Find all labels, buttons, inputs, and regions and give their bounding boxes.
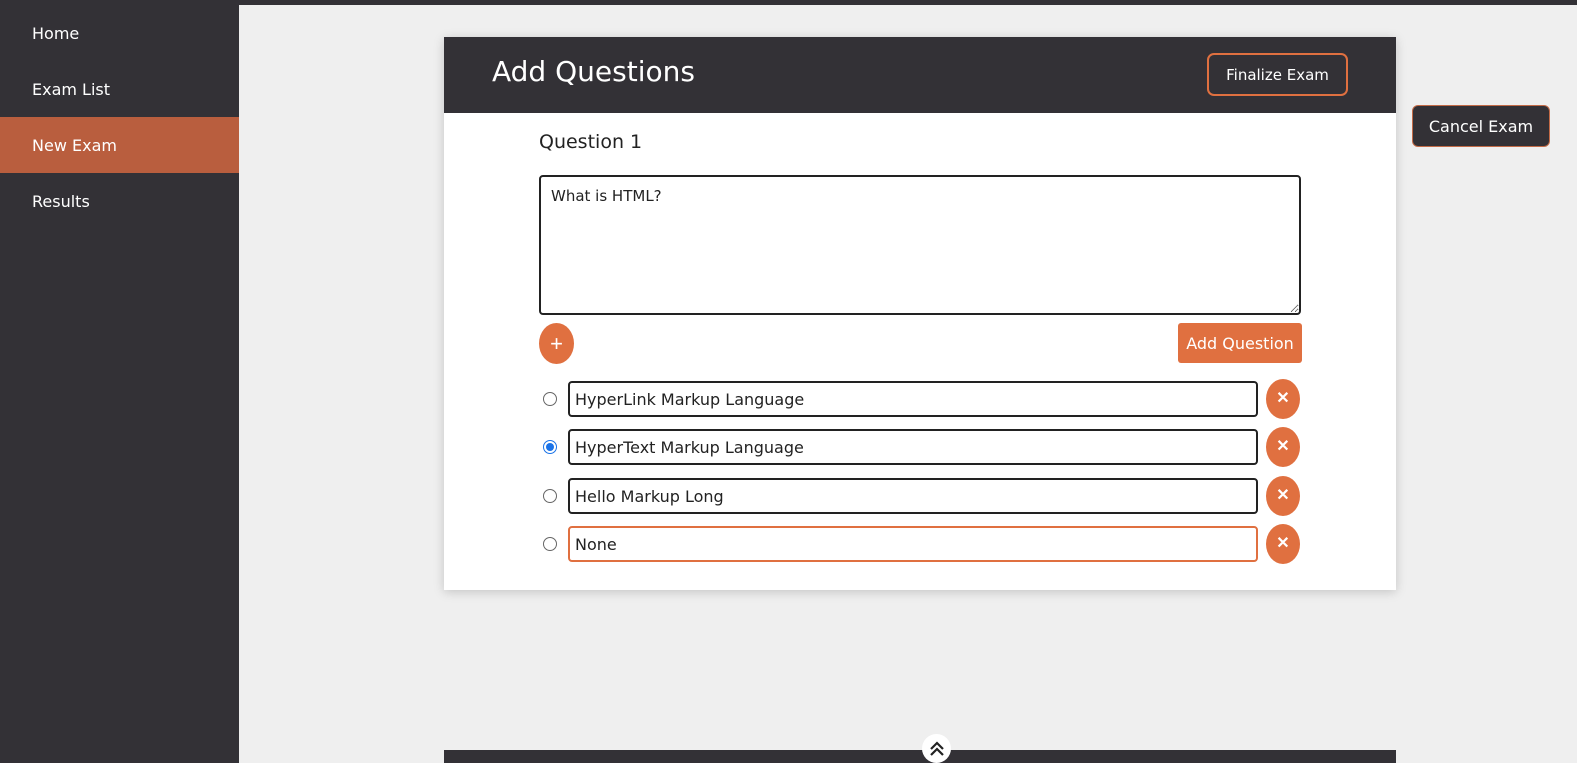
delete-option-button[interactable]: ✕ (1266, 524, 1300, 564)
add-questions-card: Add Questions Finalize Exam Question 1 W… (444, 37, 1396, 590)
option-input[interactable] (568, 478, 1258, 514)
option-radio[interactable] (543, 392, 557, 406)
option-radio[interactable] (543, 489, 557, 503)
option-row: ✕ (539, 427, 1301, 467)
close-icon: ✕ (1276, 535, 1290, 552)
option-input[interactable] (568, 381, 1258, 417)
close-icon: ✕ (1276, 487, 1290, 504)
sidebar-item-new-exam[interactable]: New Exam (0, 117, 239, 173)
scroll-to-top-button[interactable] (922, 734, 951, 763)
option-radio[interactable] (543, 537, 557, 551)
option-row: ✕ (539, 476, 1301, 516)
card-header: Add Questions Finalize Exam (444, 37, 1396, 113)
double-chevron-up-icon (929, 740, 944, 756)
sidebar-item-results[interactable]: Results (0, 173, 239, 229)
plus-icon: + (550, 330, 563, 356)
cancel-exam-button[interactable]: Cancel Exam (1412, 105, 1550, 147)
option-row: ✕ (539, 379, 1301, 419)
delete-option-button[interactable]: ✕ (1266, 476, 1300, 516)
option-row: ✕ (539, 524, 1301, 564)
close-icon: ✕ (1276, 438, 1290, 455)
add-option-button[interactable]: + (539, 323, 574, 364)
question-text-field[interactable]: What is HTML? (539, 175, 1301, 315)
footer-bar (444, 750, 1396, 763)
delete-option-button[interactable]: ✕ (1266, 379, 1300, 419)
sidebar-item-home[interactable]: Home (0, 5, 239, 61)
sidebar-item-exam-list[interactable]: Exam List (0, 61, 239, 117)
question-label: Question 1 (539, 131, 643, 153)
delete-option-button[interactable]: ✕ (1266, 427, 1300, 467)
option-radio[interactable] (543, 440, 557, 454)
page-title: Add Questions (492, 55, 695, 88)
finalize-exam-button[interactable]: Finalize Exam (1207, 53, 1348, 96)
option-input[interactable] (568, 429, 1258, 465)
sidebar: Home Exam List New Exam Results (0, 5, 239, 763)
option-input[interactable] (568, 526, 1258, 562)
close-icon: ✕ (1276, 390, 1290, 407)
add-question-button[interactable]: Add Question (1178, 323, 1302, 363)
